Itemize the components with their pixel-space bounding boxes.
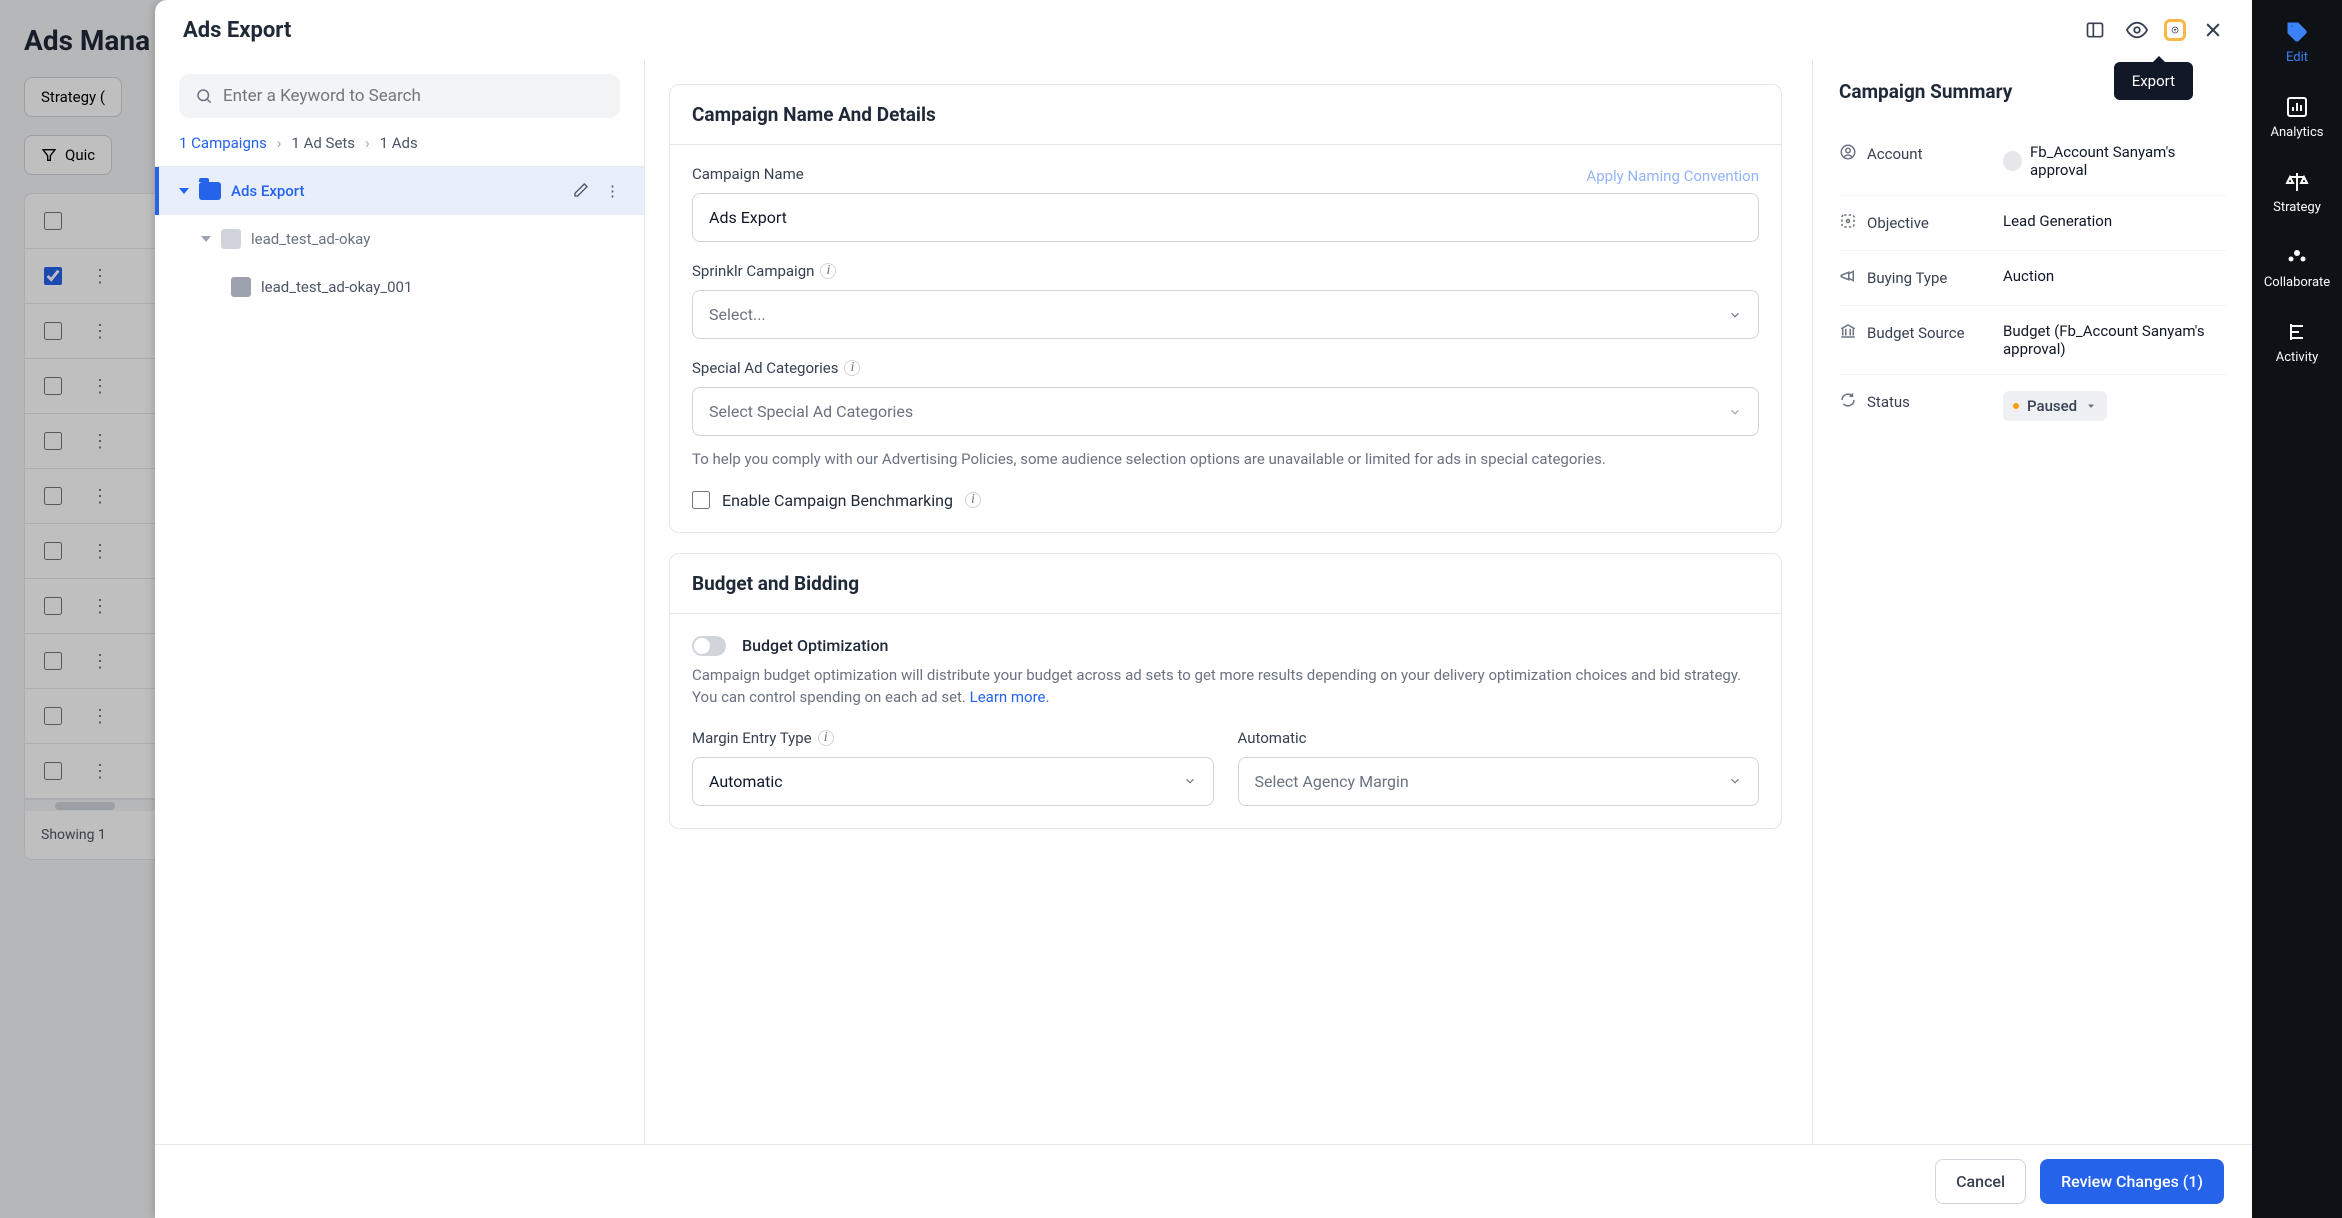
bank-icon [1839,322,1857,344]
export-button[interactable]: Export [2164,19,2186,41]
apply-naming-link[interactable]: Apply Naming Convention [1586,167,1759,185]
rail-label: Collaborate [2264,275,2330,290]
summary-row-buying: Buying Type Auction [1839,251,2226,306]
chevron-down-icon [1728,405,1742,419]
tree-node-label: lead_test_ad-okay_001 [261,278,412,296]
crumb-adsets: 1 Ad Sets [291,134,355,152]
chevron-down-icon [1728,308,1742,322]
users-icon [2285,245,2309,269]
right-rail: Edit Analytics Strategy Collaborate Acti… [2252,0,2342,1218]
more-icon[interactable]: ⋮ [605,182,620,200]
rail-label: Analytics [2271,125,2324,140]
summary-row-budget: Budget Source Budget (Fb_Account Sanyam'… [1839,306,2226,375]
margin-entry-select[interactable]: Automatic [692,757,1214,806]
search-input[interactable] [223,86,604,106]
card-title: Budget and Bidding [670,554,1781,614]
special-help-text: To help you comply with our Advertising … [692,448,1759,471]
summary-row-objective: Objective Lead Generation [1839,196,2226,251]
automatic-label: Automatic [1238,729,1760,747]
search-box[interactable] [179,74,620,118]
panel-toggle-icon[interactable] [2084,19,2106,41]
tree-ad-node[interactable]: lead_test_ad-okay_001 [155,263,644,311]
crumb-ads: 1 Ads [380,134,418,152]
tree-adset-node[interactable]: lead_test_ad-okay [155,215,644,263]
sprinklr-campaign-select[interactable]: Select... [692,290,1759,339]
rail-label: Activity [2276,350,2319,365]
tree-campaign-node[interactable]: Ads Export ⋮ [155,167,644,215]
bar-chart-icon [2285,95,2309,119]
ad-icon [231,277,251,297]
refresh-icon [1839,391,1857,413]
chevron-right-icon: › [277,134,282,152]
status-pill[interactable]: Paused [2003,391,2107,421]
export-tooltip: Export [2114,62,2193,100]
card-title: Campaign Name And Details [670,85,1781,145]
folder-icon [199,182,221,200]
breadcrumb: 1 Campaigns › 1 Ad Sets › 1 Ads [179,134,620,152]
crumb-campaigns[interactable]: 1 Campaigns [179,134,267,152]
search-icon [195,87,213,105]
margin-entry-label: Margin Entry Type i [692,729,1214,747]
caret-down-icon [2085,400,2097,412]
benchmark-label: Enable Campaign Benchmarking [722,491,953,510]
rail-item-activity[interactable]: Activity [2276,320,2319,365]
export-icon [2171,19,2179,41]
campaign-details-card: Campaign Name And Details Apply Naming C… [669,84,1782,533]
budget-optimization-toggle[interactable] [692,636,726,656]
megaphone-icon [1839,267,1857,289]
status-dot-icon [2013,403,2019,409]
modal-header: Ads Export Export [155,0,2252,60]
chevron-down-icon [1728,774,1742,788]
avatar-icon [2003,151,2022,171]
preview-icon[interactable] [2126,19,2148,41]
info-icon[interactable]: i [818,730,834,746]
target-icon [1839,212,1857,234]
learn-more-link[interactable]: Learn more. [970,688,1050,706]
budget-bidding-card: Budget and Bidding Budget Optimization C… [669,553,1782,829]
rail-item-analytics[interactable]: Analytics [2271,95,2324,140]
summary-row-account: Account Fb_Account Sanyam's approval [1839,127,2226,196]
rail-label: Edit [2286,50,2308,65]
ads-export-modal: Ads Export Export 1 Campai [155,0,2252,1218]
info-icon[interactable]: i [965,492,981,508]
rail-item-edit[interactable]: Edit [2285,20,2309,65]
budget-optimization-label: Budget Optimization [742,636,888,655]
timeline-icon [2285,320,2309,344]
close-icon[interactable] [2202,19,2224,41]
summary-row-status: Status Paused [1839,375,2226,437]
campaign-name-input[interactable] [692,193,1759,242]
tag-icon [2285,20,2309,44]
rail-label: Strategy [2273,200,2321,215]
adset-icon [221,229,241,249]
caret-down-icon [201,236,211,242]
cancel-button[interactable]: Cancel [1935,1159,2026,1204]
modal-title: Ads Export [183,18,2084,43]
summary-panel: Campaign Summary Account Fb_Account Sany… [1812,60,2252,1144]
info-icon[interactable]: i [844,360,860,376]
caret-down-icon [179,188,189,194]
scale-icon [2285,170,2309,194]
benchmark-checkbox[interactable] [692,491,710,509]
review-changes-button[interactable]: Review Changes (1) [2040,1159,2224,1204]
special-categories-select[interactable]: Select Special Ad Categories [692,387,1759,436]
agency-margin-select[interactable]: Select Agency Margin [1238,757,1760,806]
chevron-right-icon: › [365,134,370,152]
tree-node-label: lead_test_ad-okay [251,230,370,248]
special-categories-label: Special Ad Categories i [692,359,1759,377]
chevron-down-icon [1183,774,1197,788]
rail-item-collaborate[interactable]: Collaborate [2264,245,2330,290]
tree-node-label: Ads Export [231,182,304,200]
info-icon[interactable]: i [820,263,836,279]
sprinklr-campaign-label: Sprinklr Campaign i [692,262,1759,280]
campaign-tree: Ads Export ⋮ lead_test_ad-okay lead_test… [155,166,644,1144]
user-circle-icon [1839,143,1857,165]
modal-footer: Cancel Review Changes (1) [155,1144,2252,1218]
editor-panel: Campaign Name And Details Apply Naming C… [645,60,1812,1144]
rail-item-strategy[interactable]: Strategy [2273,170,2321,215]
left-panel: 1 Campaigns › 1 Ad Sets › 1 Ads Ads Expo… [155,60,645,1144]
pencil-icon[interactable] [573,182,589,198]
budget-optimization-help: Campaign budget optimization will distri… [692,664,1759,709]
